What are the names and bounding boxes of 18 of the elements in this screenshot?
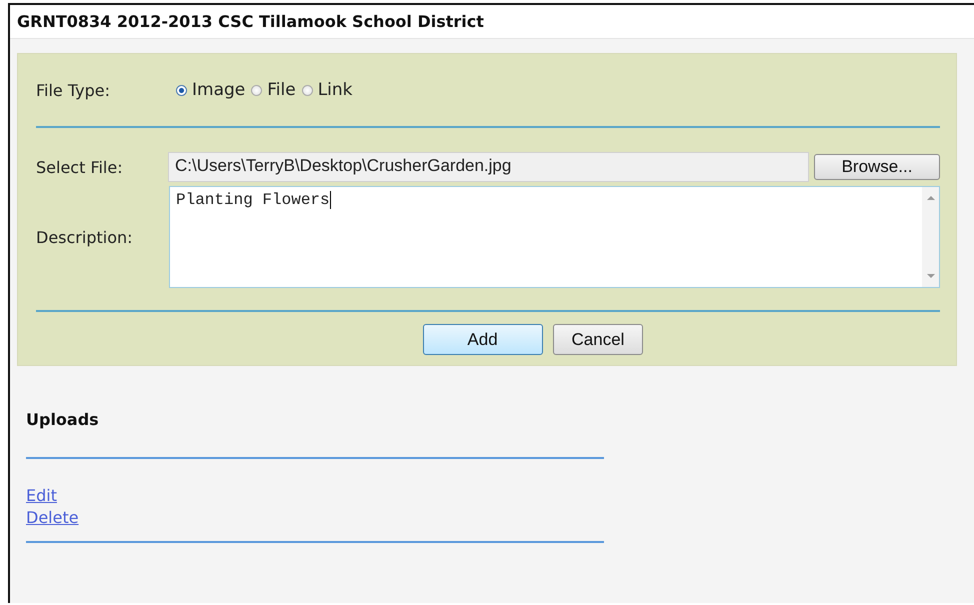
field-label: File Type:: [36, 80, 111, 100]
radio-option[interactable]: File: [251, 80, 296, 100]
field-label: Select File:: [36, 158, 124, 176]
radio-option[interactable]: Image: [176, 80, 246, 100]
field-label: Description:: [36, 228, 134, 246]
scroll-down-icon: [926, 273, 934, 279]
page-title: GRNT0834 2012-2013 CSC Tillamook School District: [17, 12, 484, 31]
browse-button[interactable]: Browse...: [814, 154, 940, 180]
action-link[interactable]: Delete: [26, 507, 79, 529]
radio-option[interactable]: Link: [302, 80, 353, 100]
cancel-button[interactable]: Cancel: [552, 324, 644, 355]
section-heading: Uploads: [26, 410, 99, 429]
add-button[interactable]: Add: [422, 324, 543, 355]
file-path-field[interactable]: C:\Users\TerryB\Desktop\CrusherGarden.jpg: [168, 152, 809, 182]
action-link[interactable]: Edit: [26, 485, 57, 507]
scrollbar[interactable]: [922, 187, 939, 287]
description-field[interactable]: Planting Flowers: [169, 186, 940, 288]
scroll-up-icon: [926, 195, 934, 201]
